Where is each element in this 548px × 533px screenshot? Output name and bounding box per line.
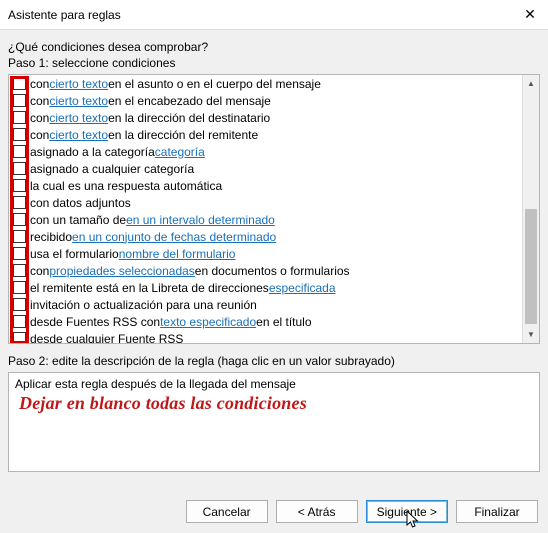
condition-row[interactable]: con cierto texto en el asunto o en el cu… (9, 75, 522, 92)
conditions-list-inner[interactable]: con cierto texto en el asunto o en el cu… (9, 75, 522, 343)
condition-text: con (30, 77, 49, 91)
rule-description-box[interactable]: Aplicar esta regla después de la llegada… (8, 372, 540, 472)
condition-link[interactable]: propiedades seleccionadas (49, 264, 194, 278)
condition-checkbox[interactable] (13, 179, 26, 192)
condition-link[interactable]: especificada (269, 281, 336, 295)
titlebar: Asistente para reglas ✕ (0, 0, 548, 30)
condition-row[interactable]: asignado a cualquier categoría (9, 160, 522, 177)
condition-text: la cual es una respuesta automática (30, 179, 222, 193)
condition-text: en documentos o formularios (195, 264, 350, 278)
cancel-button[interactable]: Cancelar (186, 500, 268, 523)
condition-row[interactable]: con cierto texto en la dirección del des… (9, 109, 522, 126)
condition-text: desde Fuentes RSS con (30, 315, 160, 329)
annotation-text: Dejar en blanco todas las condiciones (19, 393, 307, 414)
condition-text: el remitente está en la Libreta de direc… (30, 281, 269, 295)
condition-text: con (30, 264, 49, 278)
condition-row[interactable]: con cierto texto en el encabezado del me… (9, 92, 522, 109)
condition-row[interactable]: con datos adjuntos (9, 194, 522, 211)
scroll-down-icon[interactable]: ▼ (523, 326, 539, 343)
condition-text: invitación o actualización para una reun… (30, 298, 257, 312)
condition-checkbox[interactable] (13, 332, 26, 343)
condition-link[interactable]: cierto texto (49, 128, 108, 142)
condition-row[interactable]: recibido en un conjunto de fechas determ… (9, 228, 522, 245)
condition-checkbox[interactable] (13, 196, 26, 209)
condition-row[interactable]: la cual es una respuesta automática (9, 177, 522, 194)
condition-text: en el encabezado del mensaje (108, 94, 271, 108)
back-button[interactable]: < Atrás (276, 500, 358, 523)
condition-text: usa el formulario (30, 247, 119, 261)
cursor-icon (406, 511, 420, 529)
condition-link[interactable]: cierto texto (49, 94, 108, 108)
condition-link[interactable]: en un conjunto de fechas determinado (72, 230, 276, 244)
condition-row[interactable]: invitación o actualización para una reun… (9, 296, 522, 313)
condition-text: recibido (30, 230, 72, 244)
condition-row[interactable]: desde cualquier Fuente RSS (9, 330, 522, 343)
button-bar: Cancelar < Atrás Siguiente > Finalizar (186, 500, 538, 523)
condition-checkbox[interactable] (13, 128, 26, 141)
step1-instruction: Paso 1: seleccione condiciones (8, 56, 540, 70)
rule-description-text: Aplicar esta regla después de la llegada… (15, 377, 533, 391)
condition-text: desde cualquier Fuente RSS (30, 332, 183, 344)
condition-text: con datos adjuntos (30, 196, 131, 210)
condition-row[interactable]: el remitente está en la Libreta de direc… (9, 279, 522, 296)
condition-row[interactable]: desde Fuentes RSS con texto especificado… (9, 313, 522, 330)
condition-text: en la dirección del remitente (108, 128, 258, 142)
condition-link[interactable]: categoría (155, 145, 205, 159)
scrollbar[interactable]: ▲ ▼ (522, 75, 539, 343)
step1-question: ¿Qué condiciones desea comprobar? (8, 40, 540, 54)
condition-text: en el título (256, 315, 311, 329)
condition-text: en la dirección del destinatario (108, 111, 270, 125)
condition-row[interactable]: con un tamaño de en un intervalo determi… (9, 211, 522, 228)
finish-button[interactable]: Finalizar (456, 500, 538, 523)
scroll-up-icon[interactable]: ▲ (523, 75, 539, 92)
condition-checkbox[interactable] (13, 213, 26, 226)
condition-link[interactable]: cierto texto (49, 77, 108, 91)
scroll-track[interactable] (523, 92, 539, 326)
condition-checkbox[interactable] (13, 77, 26, 90)
condition-text: en el asunto o en el cuerpo del mensaje (108, 77, 321, 91)
condition-link[interactable]: nombre del formulario (119, 247, 236, 261)
condition-checkbox[interactable] (13, 315, 26, 328)
condition-link[interactable]: en un intervalo determinado (126, 213, 275, 227)
condition-row[interactable]: asignado a la categoría categoría (9, 143, 522, 160)
condition-checkbox[interactable] (13, 94, 26, 107)
condition-text: asignado a cualquier categoría (30, 162, 194, 176)
condition-checkbox[interactable] (13, 111, 26, 124)
conditions-listbox: con cierto texto en el asunto o en el cu… (8, 74, 540, 344)
condition-checkbox[interactable] (13, 145, 26, 158)
condition-checkbox[interactable] (13, 281, 26, 294)
condition-checkbox[interactable] (13, 230, 26, 243)
window-title: Asistente para reglas (8, 8, 121, 22)
condition-checkbox[interactable] (13, 298, 26, 311)
condition-text: asignado a la categoría (30, 145, 155, 159)
dialog-content: ¿Qué condiciones desea comprobar? Paso 1… (0, 30, 548, 480)
close-icon[interactable]: ✕ (520, 6, 540, 23)
condition-text: con (30, 94, 49, 108)
scroll-thumb[interactable] (525, 209, 537, 324)
condition-row[interactable]: con cierto texto en la dirección del rem… (9, 126, 522, 143)
condition-checkbox[interactable] (13, 162, 26, 175)
condition-checkbox[interactable] (13, 247, 26, 260)
step2-label: Paso 2: edite la descripción de la regla… (8, 354, 540, 368)
condition-link[interactable]: cierto texto (49, 111, 108, 125)
condition-checkbox[interactable] (13, 264, 26, 277)
condition-row[interactable]: con propiedades seleccionadas en documen… (9, 262, 522, 279)
condition-text: con un tamaño de (30, 213, 126, 227)
condition-link[interactable]: texto especificado (160, 315, 256, 329)
condition-text: con (30, 111, 49, 125)
condition-text: con (30, 128, 49, 142)
condition-row[interactable]: usa el formulario nombre del formulario (9, 245, 522, 262)
